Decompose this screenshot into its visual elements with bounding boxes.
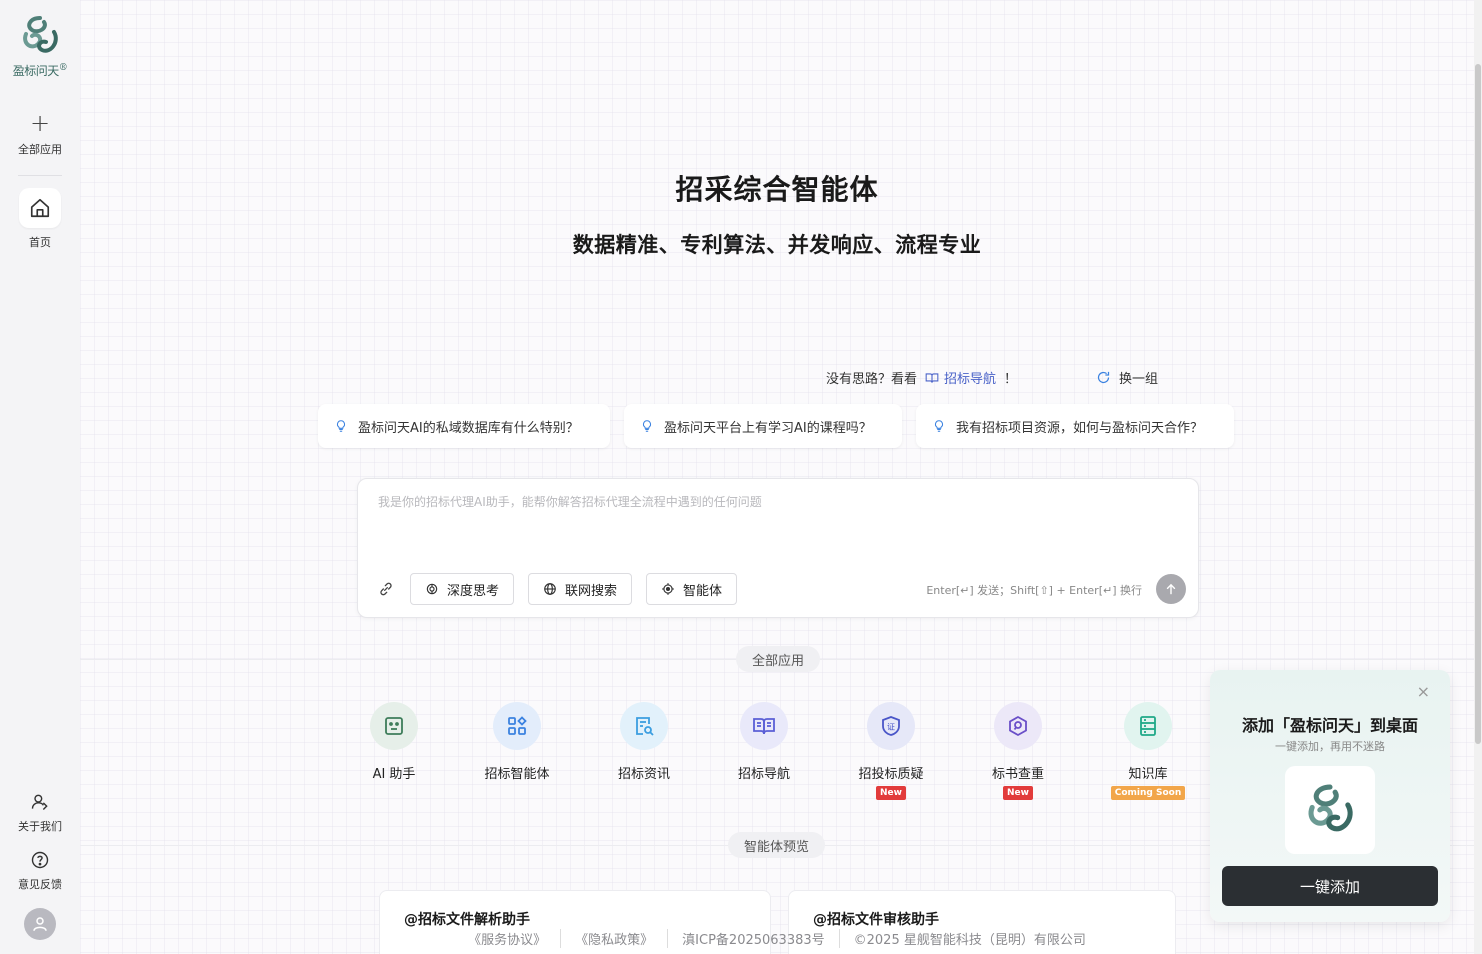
attach-link-button[interactable] — [378, 581, 394, 601]
sidebar-item-label: 意见反馈 — [18, 878, 62, 891]
popup-subtitle: 一键添加，再用不迷路 — [1275, 740, 1385, 753]
grid-icon — [508, 716, 527, 735]
users-icon — [31, 794, 48, 811]
web-search-label: 联网搜索 — [565, 583, 618, 599]
add-to-desktop-popup: × 添加「盈标问天」到桌面 一键添加，再用不迷路 一键添加 — [1210, 670, 1450, 922]
sidebar-divider — [18, 175, 62, 176]
user-icon — [33, 917, 47, 931]
sidebar-item-about[interactable]: 关于我们 — [18, 792, 62, 834]
brain-icon — [426, 583, 438, 595]
target-icon — [662, 583, 674, 595]
app-ai-assistant[interactable]: AI 助手 — [344, 702, 444, 782]
nav-link[interactable]: 招标导航 — [925, 368, 996, 387]
link-icon — [380, 582, 392, 596]
refresh-icon — [1097, 371, 1110, 384]
hero-title: 招采综合智能体 — [675, 173, 879, 206]
app-knowledge-base[interactable]: 知识库 Coming Soon — [1098, 702, 1198, 800]
app-name: 知识库 — [1128, 767, 1168, 782]
footer-service-agreement[interactable]: 《服务协议》 — [454, 929, 560, 948]
book-icon — [753, 718, 775, 735]
app-name: 招标智能体 — [484, 767, 550, 782]
footer-icp[interactable]: 滇ICP备2025063383号 — [667, 929, 838, 948]
suggestion-chip-3[interactable]: 我有招标项目资源，如何与盈标问天合作？ — [916, 404, 1234, 448]
svg-text:证: 证 — [887, 723, 895, 732]
robot-icon — [385, 717, 403, 735]
section-label-apps: 全部应用 — [736, 646, 821, 672]
search-badge-icon — [1009, 715, 1027, 737]
lightbulb-icon — [934, 420, 944, 432]
app-bid-news[interactable]: 招标资讯 — [594, 702, 694, 782]
globe-icon — [544, 583, 556, 595]
hint-suffix: ！ — [1004, 372, 1018, 387]
app-bid-challenge[interactable]: 证 招投标质疑 New — [841, 702, 941, 800]
app-name: 招标资讯 — [617, 767, 670, 782]
home-icon — [30, 198, 50, 218]
footer-privacy-policy[interactable]: 《隐私政策》 — [560, 929, 667, 948]
new-badge: New — [1003, 786, 1033, 800]
app-name: 标书查重 — [991, 767, 1044, 782]
deep-think-label: 深度思考 — [447, 583, 500, 599]
agent-label: 智能体 — [683, 583, 723, 599]
send-button[interactable] — [1156, 574, 1186, 604]
logo-swirl-icon — [23, 16, 58, 53]
sidebar-item-feedback[interactable]: 意见反馈 — [18, 850, 62, 892]
agent-button[interactable]: 智能体 — [646, 573, 738, 605]
app-bid-agent[interactable]: 招标智能体 — [467, 702, 567, 782]
plus-icon: + — [29, 109, 51, 137]
brand-name: 盈标问天® — [12, 63, 68, 78]
suggestion-chip-1[interactable]: 盈标问天AI的私域数据库有什么特别？ — [318, 404, 610, 448]
send-shortcut-hint: Enter[↵] 发送；Shift[⇧] + Enter[↵] 换行 — [926, 584, 1142, 597]
suggestion-text: 盈标问天AI的私域数据库有什么特别？ — [358, 420, 579, 436]
app-bid-navigation[interactable]: 招标导航 — [714, 702, 814, 782]
agent-card-title: @招标文件审核助手 — [813, 912, 939, 928]
brand-logo[interactable]: 盈标问天® — [13, 14, 68, 79]
scrollbar-thumb[interactable] — [1475, 64, 1481, 744]
chat-input[interactable] — [378, 493, 1178, 549]
section-label-agents: 智能体预览 — [728, 832, 826, 858]
arrow-up-icon — [1166, 583, 1176, 595]
app-name: 招标导航 — [737, 767, 790, 782]
refresh-label: 换一组 — [1119, 372, 1159, 387]
help-circle-icon — [31, 851, 49, 869]
footer-copyright: ©2025 星舰智能科技（昆明）有限公司 — [838, 929, 1100, 948]
agent-card-title: @招标文件解析助手 — [404, 912, 530, 928]
logo-swirl-icon — [1308, 784, 1353, 832]
chat-composer: 深度思考 联网搜索 智能体 Enter[↵] 发送；Shift[⇧] + Ent… — [357, 478, 1199, 618]
lightbulb-icon — [336, 420, 346, 432]
idea-hint: 没有思路？看看 招标导航 ！ — [826, 368, 1017, 387]
sidebar: 盈标问天® + 全部应用 首页 关于我们 意见反馈 — [0, 0, 80, 954]
lightbulb-icon — [642, 420, 652, 432]
app-name: 招投标质疑 — [858, 767, 924, 782]
close-icon[interactable]: × — [1417, 684, 1430, 700]
app-name: AI 助手 — [372, 767, 416, 782]
database-icon — [1140, 716, 1156, 736]
popup-app-logo — [1285, 766, 1375, 854]
user-avatar[interactable] — [24, 908, 56, 940]
sidebar-item-label: 全部应用 — [18, 143, 62, 156]
refresh-button[interactable]: 换一组 — [1096, 368, 1158, 387]
suggestion-chip-2[interactable]: 盈标问天平台上有学习AI的课程吗？ — [624, 404, 902, 448]
book-open-icon — [925, 372, 939, 383]
one-click-add-button[interactable]: 一键添加 — [1222, 866, 1438, 906]
shield-icon: 证 — [882, 716, 900, 736]
nav-link-label: 招标导航 — [944, 372, 997, 387]
sidebar-item-label: 首页 — [29, 236, 51, 249]
sidebar-item-home[interactable]: 首页 — [19, 188, 61, 250]
footer: 《服务协议》 《隐私政策》 滇ICP备2025063383号 ©2025 星舰智… — [80, 929, 1474, 948]
doc-search-icon — [636, 717, 654, 736]
app-doc-dedup[interactable]: 标书查重 New — [968, 702, 1068, 800]
sidebar-item-all-apps[interactable]: + 全部应用 — [18, 111, 62, 157]
suggestion-text: 我有招标项目资源，如何与盈标问天合作？ — [956, 420, 1204, 436]
sidebar-item-label: 关于我们 — [18, 820, 62, 833]
hint-prefix: 没有思路？看看 — [826, 372, 918, 387]
popup-title: 添加「盈标问天」到桌面 — [1241, 716, 1418, 735]
page-scrollbar[interactable] — [1474, 0, 1482, 954]
new-badge: New — [876, 786, 906, 800]
coming-soon-badge: Coming Soon — [1110, 786, 1186, 800]
deep-think-button[interactable]: 深度思考 — [410, 573, 515, 605]
web-search-button[interactable]: 联网搜索 — [528, 573, 633, 605]
suggestion-text: 盈标问天平台上有学习AI的课程吗？ — [664, 420, 872, 436]
hero-subtitle: 数据精准、专利算法、并发响应、流程专业 — [572, 233, 982, 257]
